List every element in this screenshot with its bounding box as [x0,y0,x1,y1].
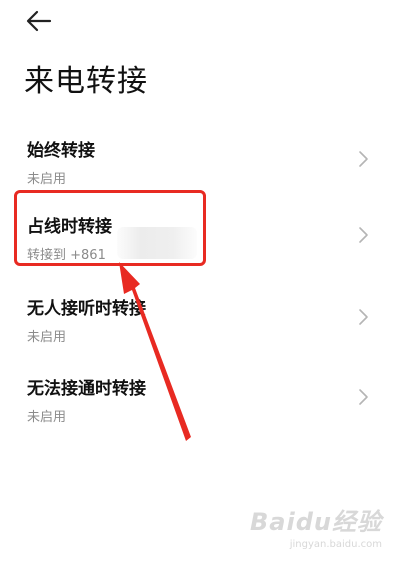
option-status: 未启用 [27,410,67,425]
forward-option-no-answer[interactable]: 无人接听时转接 未启用 [0,278,404,356]
page-title: 来电转接 [24,64,148,99]
back-button[interactable] [24,8,54,34]
highlight-annotation-box [14,190,206,266]
option-label: 无人接听时转接 [27,299,146,319]
chevron-right-icon [359,151,368,167]
forward-option-always[interactable]: 始终转接 未启用 [0,120,404,198]
chevron-right-icon [359,309,368,325]
forward-option-unreachable[interactable]: 无法接通时转接 未启用 [0,358,404,436]
option-label: 始终转接 [27,141,95,161]
option-status: 未启用 [27,330,67,345]
watermark-logo: Baidu经验 [250,508,382,536]
baidu-jingyan-watermark: Baidu经验 jingyan.baidu.com [250,502,382,550]
option-label: 无法接通时转接 [27,379,146,399]
watermark-url: jingyan.baidu.com [289,539,382,550]
option-status: 未启用 [27,172,67,187]
arrow-left-icon [26,10,52,32]
chevron-right-icon [359,389,368,405]
chevron-right-icon [359,227,368,243]
